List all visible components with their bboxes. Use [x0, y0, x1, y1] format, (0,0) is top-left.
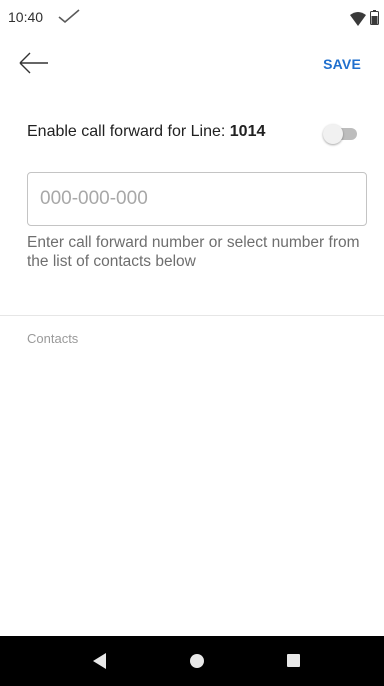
- section-divider: [0, 315, 384, 316]
- wifi-icon: [350, 12, 366, 26]
- line-number: 1014: [229, 123, 266, 140]
- nav-recents-icon[interactable]: [287, 654, 300, 667]
- call-forward-screen: 10:40 SAVE Enable call forward for Line:…: [0, 0, 384, 686]
- navigation-bar: [0, 636, 384, 686]
- enable-label-text: Enable call forward for Line:: [27, 123, 230, 140]
- call-forward-toggle[interactable]: [323, 124, 359, 144]
- enable-call-forward-label: Enable call forward for Line: 1014: [27, 123, 265, 141]
- status-bar: 10:40: [0, 0, 384, 36]
- check-icon: [58, 9, 80, 24]
- nav-home-icon[interactable]: [190, 654, 204, 668]
- battery-icon: [370, 10, 379, 25]
- helper-text: Enter call forward number or select numb…: [27, 234, 360, 270]
- contacts-header: Contacts: [27, 331, 79, 346]
- nav-back-icon[interactable]: [93, 653, 107, 669]
- back-arrow-icon[interactable]: [16, 47, 52, 79]
- save-button[interactable]: SAVE: [323, 56, 361, 72]
- forward-number-input[interactable]: [27, 172, 367, 226]
- enable-call-forward-row: Enable call forward for Line: 1014: [27, 120, 362, 146]
- toggle-thumb: [323, 124, 343, 144]
- status-time: 10:40: [8, 9, 44, 25]
